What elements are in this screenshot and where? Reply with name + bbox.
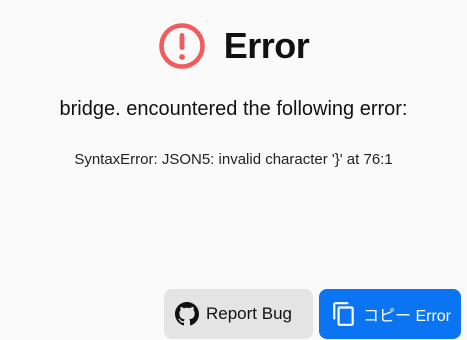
error-message: bridge. encountered the following error: [59, 98, 408, 120]
error-header: Error [0, 22, 467, 70]
error-detail: SyntaxError: JSON5: invalid character '}… [74, 151, 393, 168]
copy-icon [333, 302, 354, 326]
copy-error-label: コピー Error [363, 308, 452, 325]
report-bug-label: Report Bug [206, 304, 292, 323]
error-circle-icon [158, 23, 205, 69]
github-icon [175, 302, 199, 326]
page-title: Error [223, 25, 310, 66]
report-bug-button[interactable]: Report Bug [164, 289, 313, 339]
copy-error-button[interactable]: コピー Error [319, 289, 461, 339]
